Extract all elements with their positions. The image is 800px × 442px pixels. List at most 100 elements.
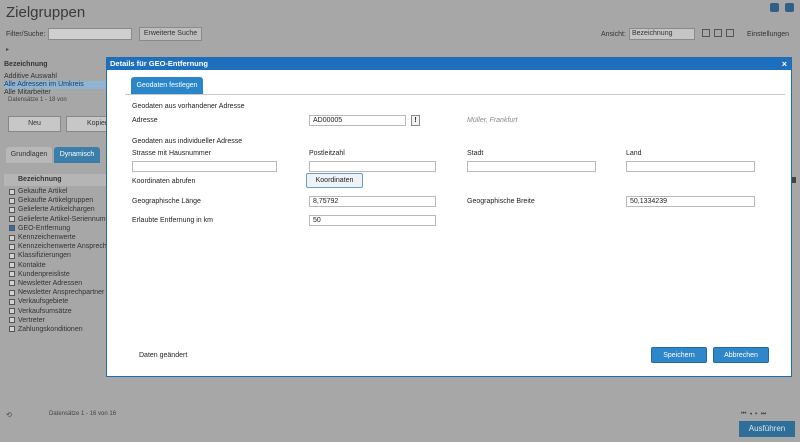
dialog-title: Details für GEO-Entfernung xyxy=(110,59,208,68)
list-item[interactable]: Verkaufsgebiete xyxy=(4,297,106,306)
list-item[interactable]: Gelieferte Artikelchargen xyxy=(4,205,106,214)
list-item[interactable]: Kundenpreisliste xyxy=(4,270,106,279)
list-checkbox[interactable] xyxy=(9,234,15,241)
list-item-label: Gekaufte Artikelgruppen xyxy=(18,197,94,205)
address-input[interactable]: AD00005 xyxy=(309,115,406,126)
print-view-icon[interactable] xyxy=(726,29,734,37)
grid-view-icon[interactable] xyxy=(702,29,710,37)
list-item[interactable]: Zahlungskonditionen xyxy=(4,325,106,334)
extended-search-button[interactable]: Erweiterte Suche xyxy=(139,27,202,41)
list-item[interactable]: Kontakte xyxy=(4,261,106,270)
top-list-item[interactable]: Alle Mitarbeiter xyxy=(4,89,106,97)
column-header[interactable]: Bezeichnung xyxy=(4,61,48,68)
latitude-label: Geographische Breite xyxy=(467,198,535,205)
country-input[interactable] xyxy=(626,161,755,172)
list-item-label: Gelieferte Artikelchargen xyxy=(18,206,95,214)
list-checkbox[interactable] xyxy=(9,317,15,324)
list-item-label: Newsletter Ansprechpartner xyxy=(18,289,105,297)
tab-divider xyxy=(125,94,785,95)
city-label: Stadt xyxy=(467,150,484,157)
list-checkbox[interactable] xyxy=(9,252,15,259)
list-checkbox[interactable] xyxy=(9,280,15,287)
zip-input[interactable] xyxy=(309,161,436,172)
list-checkbox[interactable] xyxy=(9,243,15,250)
longitude-label: Geographische Länge xyxy=(132,198,201,205)
list-item-label: Kennzeichenwerte Ansprechpartner xyxy=(18,243,106,251)
new-button[interactable]: Neu xyxy=(8,116,61,132)
list-item[interactable]: Vertreter xyxy=(4,316,106,325)
list-item[interactable]: Kennzeichenwerte xyxy=(4,233,106,242)
list-item[interactable]: Kennzeichenwerte Ansprechpartner xyxy=(4,242,106,251)
notification-icon[interactable] xyxy=(785,3,794,12)
save-button[interactable]: Speichern xyxy=(651,347,707,363)
list-item-label: Kennzeichenwerte xyxy=(18,234,76,242)
list-item[interactable]: Newsletter Adressen xyxy=(4,279,106,288)
records-top: Datensätze 1 - 18 von xyxy=(8,97,67,103)
list-item-label: Verkaufsumsätze xyxy=(18,307,72,315)
geo-distance-dialog: Details für GEO-Entfernung × Geodaten fe… xyxy=(106,57,792,377)
list-checkbox[interactable] xyxy=(9,289,15,296)
records-bottom: Datensätze 1 - 16 von 16 xyxy=(49,411,117,417)
address-lookup-button[interactable]: ! xyxy=(411,115,420,126)
list-header[interactable]: Bezeichnung xyxy=(4,174,106,186)
list-item-label: Vertreter xyxy=(18,316,45,324)
list-item[interactable]: Gekaufte Artikel xyxy=(4,187,106,196)
section-individual-address: Geodaten aus individueller Adresse xyxy=(132,138,243,145)
list-checkbox[interactable] xyxy=(9,326,15,333)
refresh-icon[interactable]: ⟲ xyxy=(6,411,12,419)
coords-label: Koordinaten abrufen xyxy=(132,178,196,185)
expand-arrow-icon[interactable]: ▸ xyxy=(6,46,9,53)
page-title: Zielgruppen xyxy=(6,4,86,21)
list-checkbox[interactable] xyxy=(9,271,15,278)
tab-geodata[interactable]: Geodaten festlegen xyxy=(131,77,203,94)
longitude-input[interactable]: 8,75792 xyxy=(309,196,436,207)
list-item[interactable]: Klassifizierungen xyxy=(4,251,106,260)
address-hint: Müller, Frankfurt xyxy=(467,117,518,124)
tab-dynamic[interactable]: Dynamisch xyxy=(54,147,100,163)
list-item-label: GEO-Entfernung xyxy=(18,224,71,232)
run-button[interactable]: Ausführen xyxy=(739,421,795,437)
settings-link[interactable]: Einstellungen xyxy=(747,31,789,38)
filter-list: Gekaufte Artikel Gekaufte Artikelgruppen G… xyxy=(4,187,106,334)
dialog-title-bar: Details für GEO-Entfernung × xyxy=(107,58,791,70)
top-list-item-selected[interactable]: Alle Adressen im Umkreis xyxy=(4,81,106,89)
cancel-button[interactable]: Abbrechen xyxy=(713,347,769,363)
coordinates-button[interactable]: Koordinaten xyxy=(306,173,363,188)
pager[interactable]: ⏮◂▸⏭ xyxy=(741,411,769,418)
city-input[interactable] xyxy=(467,161,596,172)
distance-input[interactable]: 50 xyxy=(309,215,436,226)
street-input[interactable] xyxy=(132,161,277,172)
list-item-label: Kundenpreisliste xyxy=(18,270,70,278)
list-checkbox[interactable] xyxy=(9,188,15,195)
list-item[interactable]: Newsletter Ansprechpartner xyxy=(4,288,106,297)
mail-icon[interactable] xyxy=(770,3,779,12)
list-item[interactable]: Verkaufsumsätze xyxy=(4,306,106,315)
list-checkbox[interactable] xyxy=(9,308,15,315)
tab-basics[interactable]: Grundlagen xyxy=(6,147,52,163)
top-list-item[interactable]: Additive Auswahl xyxy=(4,73,106,81)
latitude-input[interactable]: 50,1334239 xyxy=(626,196,755,207)
view-icons xyxy=(702,29,734,37)
list-checkbox[interactable] xyxy=(9,216,15,223)
filter-input[interactable] xyxy=(48,28,132,40)
list-item-label: Klassifizierungen xyxy=(18,252,71,260)
list-item[interactable]: GEO-Entfernung xyxy=(4,224,106,233)
distance-label: Erlaubte Entfernung in km xyxy=(132,217,213,224)
close-icon[interactable]: × xyxy=(782,58,787,70)
list-checkbox[interactable] xyxy=(9,298,15,305)
copy-button[interactable]: Kopier xyxy=(66,116,108,132)
list-checkbox[interactable] xyxy=(9,206,15,213)
view-select[interactable]: Bezeichnung xyxy=(629,28,695,40)
section-existing-address: Geodaten aus vorhandener Adresse xyxy=(132,103,245,110)
list-checkbox[interactable] xyxy=(9,262,15,269)
list-checkbox[interactable] xyxy=(9,225,15,232)
address-label: Adresse xyxy=(132,117,158,124)
filter-label: Filter/Suche: xyxy=(6,31,46,38)
zip-label: Postleitzahl xyxy=(309,150,345,157)
list-checkbox[interactable] xyxy=(9,197,15,204)
top-list: Additive Auswahl Alle Adressen im Umkrei… xyxy=(4,73,106,97)
list-item[interactable]: Gekaufte Artikelgruppen xyxy=(4,196,106,205)
country-label: Land xyxy=(626,150,642,157)
save-view-icon[interactable] xyxy=(714,29,722,37)
list-item[interactable]: Gelieferte Artikel-Seriennummern xyxy=(4,215,106,224)
